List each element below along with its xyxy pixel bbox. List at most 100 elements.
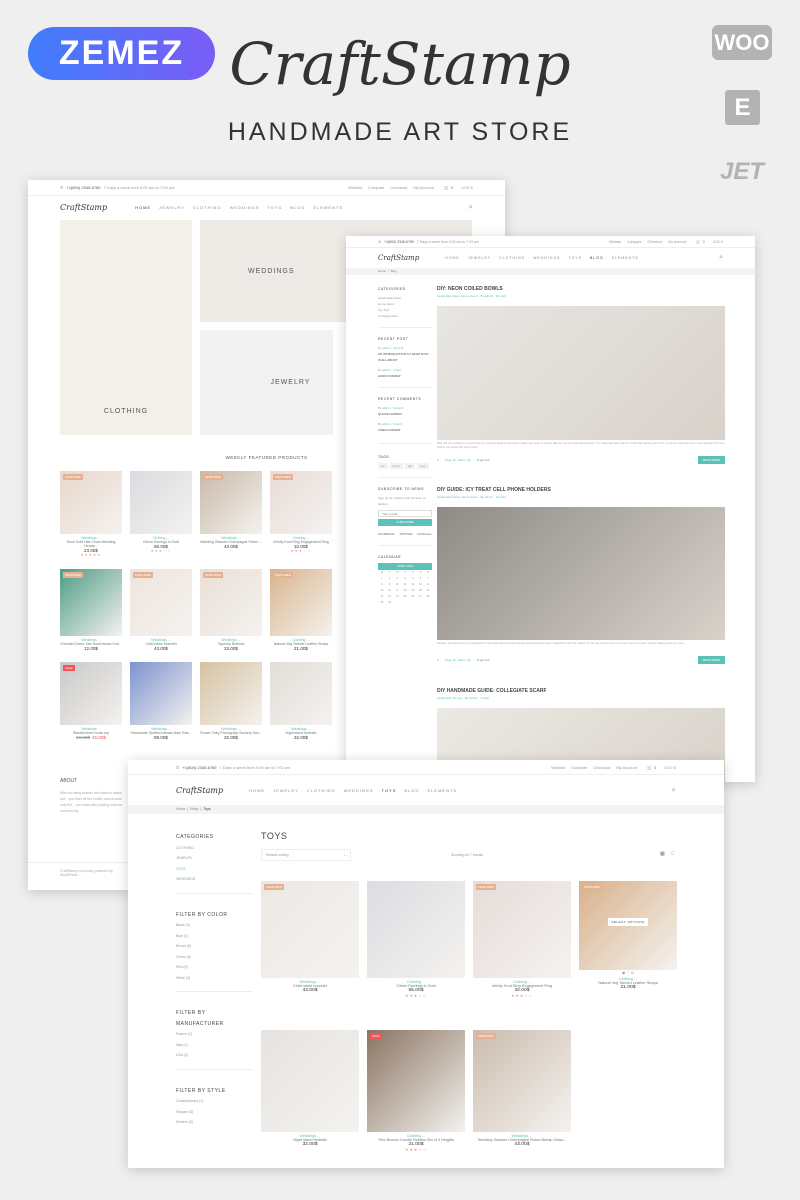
menu-item-jewelry[interactable]: JEWELRY: [159, 205, 185, 210]
menu-item-elements[interactable]: ELEMENTS: [612, 256, 639, 260]
menu-item-home[interactable]: HOME: [135, 205, 151, 210]
menu-item-jewelry[interactable]: JEWELRY: [468, 256, 491, 260]
breadcrumb-item[interactable]: Blog: [391, 269, 397, 273]
post-image[interactable]: [437, 507, 725, 640]
cart-icon[interactable]: 🛒: [444, 185, 449, 190]
store-logo[interactable]: CraftStamp: [176, 786, 223, 795]
top-link-compare[interactable]: Compare: [368, 185, 384, 190]
menu-item-home[interactable]: HOME: [249, 788, 265, 793]
post-title[interactable]: DIY: NEON COILED BOWLS: [437, 286, 503, 292]
calendar-day[interactable]: 27: [417, 594, 425, 600]
menu-item-clothing[interactable]: CLOTHING: [193, 205, 222, 210]
product-image[interactable]: FEATURED: [200, 569, 262, 636]
quick-actions-icons[interactable]: ◉ ♡ ⚖: [579, 970, 677, 975]
breadcrumb-item[interactable]: Home: [176, 807, 185, 811]
menu-item-home[interactable]: HOME: [445, 256, 460, 260]
product-card[interactable]: FEATURED Weddings ... Wedding Glasses Cham…: [473, 1030, 571, 1147]
menu-item-blog[interactable]: BLOG: [590, 256, 604, 260]
category-link[interactable]: TOYS: [176, 864, 253, 875]
product-image[interactable]: SALE: [60, 662, 122, 725]
banner-clothing[interactable]: CLOTHING: [60, 220, 192, 435]
filter-option[interactable]: USA (1): [176, 1050, 253, 1061]
social-googleplus[interactable]: GOOGLE+: [417, 531, 432, 537]
tag-button[interactable]: gift: [405, 463, 416, 469]
post-image[interactable]: [437, 306, 725, 440]
breadcrumb-item[interactable]: Toys: [203, 807, 210, 811]
breadcrumb-item[interactable]: Shop: [190, 807, 198, 811]
top-link-checkout[interactable]: Checkout: [593, 765, 610, 770]
top-link-compare[interactable]: Compare: [627, 240, 641, 244]
product-card[interactable]: FEATURED Clothing ... Natural Veg Tanned L…: [270, 569, 332, 651]
product-image[interactable]: [261, 1030, 359, 1132]
cart-icon[interactable]: 🛒: [647, 765, 652, 770]
subscribe-button[interactable]: SUBSCRIBE: [378, 519, 432, 526]
cart-icon[interactable]: 🛒: [696, 240, 700, 244]
top-link-my-account[interactable]: My Account: [413, 185, 434, 190]
store-logo[interactable]: CraftStamp: [60, 203, 107, 212]
calendar-day[interactable]: 28: [424, 594, 432, 600]
email-input[interactable]: [378, 510, 432, 517]
product-card[interactable]: Clothing ... Citrine Earrings in Gold 65.0…: [367, 881, 465, 998]
social-twitter[interactable]: TWITTER: [399, 531, 412, 537]
calendar-day[interactable]: 24: [393, 594, 401, 600]
filter-option[interactable]: France (2): [176, 1029, 253, 1040]
banner-jewelry[interactable]: JEWELRY: [200, 330, 333, 435]
top-link-checkout[interactable]: Checkout: [647, 240, 662, 244]
share-icons[interactable]: f t g+ in p: [477, 658, 489, 662]
filter-option[interactable]: Italy (4): [176, 1040, 253, 1051]
product-card[interactable]: SALE Clothing ... Tree Branch Candle Holde…: [367, 1030, 465, 1152]
product-image[interactable]: FEATURED: [473, 1030, 571, 1132]
product-image[interactable]: [200, 662, 262, 725]
filter-option[interactable]: Brown (5): [176, 941, 253, 952]
post-title[interactable]: DIY GUIDE: ICY TREAT CELL PHONE HOLDERS: [437, 487, 551, 493]
product-card[interactable]: Weddings ... Handmade Stuffed Animals Ham…: [130, 662, 192, 740]
product-card[interactable]: Clothing ... Citrine Earrings in Gold 65.0…: [130, 471, 192, 553]
filter-option[interactable]: Green (5): [176, 952, 253, 963]
post-title[interactable]: DIY HANDMADE GUIDE: COLLEGIATE SCARF: [437, 688, 547, 694]
top-link-wishlist[interactable]: Wishlist: [551, 765, 565, 770]
product-card[interactable]: FEATURED SELECT OPTIONS ◉ ♡ ⚖ Clothing ... N…: [579, 881, 677, 990]
currency-select[interactable]: USD $: [461, 185, 473, 190]
filter-option[interactable]: Contemporary (1): [176, 1096, 253, 1107]
product-card[interactable]: FEATURED Weddings ... Wedding Glasses Cham…: [200, 471, 262, 549]
tag-button[interactable]: decor: [389, 463, 404, 469]
calendar-day[interactable]: 25: [401, 594, 409, 600]
currency-select[interactable]: USD $: [713, 240, 723, 244]
filter-option[interactable]: Black (3): [176, 920, 253, 931]
product-image[interactable]: FEATURED: [270, 569, 332, 636]
product-name[interactable]: Rose Gold Hair Chain Wedding Headp...: [60, 540, 122, 548]
product-image[interactable]: [367, 881, 465, 978]
breadcrumb-item[interactable]: Home: [378, 269, 386, 273]
product-image[interactable]: [130, 662, 192, 725]
product-image[interactable]: [130, 471, 192, 534]
filter-option[interactable]: Elegant (3): [176, 1107, 253, 1118]
product-image[interactable]: FEATURED SELECT OPTIONS: [579, 881, 677, 970]
category-link[interactable]: JEWELRY: [176, 853, 253, 864]
list-view-icon[interactable]: ☰: [670, 851, 674, 857]
top-link-my-account[interactable]: My Account: [616, 765, 637, 770]
social-facebook[interactable]: FACEBOOK: [378, 531, 395, 537]
share-icons[interactable]: f t g+ in p: [477, 458, 489, 462]
menu-item-blog[interactable]: BLOG: [404, 788, 419, 793]
post-tags[interactable]: Tags: art, decor, gift: [445, 658, 471, 662]
menu-item-toys[interactable]: TOYS: [569, 256, 582, 260]
top-link-checkout[interactable]: Checkout: [390, 185, 407, 190]
search-icon[interactable]: ⌕: [672, 785, 676, 795]
product-card[interactable]: Weddings ... Night stand bedside 32.00$: [261, 1030, 359, 1147]
recent-post-link[interactable]: AUDIO FORMAT: [378, 373, 432, 379]
calendar-day[interactable]: 26: [409, 594, 417, 600]
currency-select[interactable]: USD $: [664, 765, 676, 770]
product-card[interactable]: FEATURED Weddings ... Tapestry Bobbins 23.0…: [200, 569, 262, 651]
comment-count[interactable]: 0: [437, 458, 439, 462]
top-link-wishlist[interactable]: Wishlist: [348, 185, 362, 190]
product-image[interactable]: FEATURED: [261, 881, 359, 978]
read-more-button[interactable]: READ MORE: [698, 656, 725, 664]
menu-item-toys[interactable]: TOYS: [382, 788, 397, 793]
product-image[interactable]: FEATURED: [60, 471, 122, 534]
category-link[interactable]: CLOTHING: [176, 843, 253, 854]
product-card[interactable]: FEATURED Clothing ... Infinity Knot Ring E…: [473, 881, 571, 998]
top-link-my-account[interactable]: My Account: [668, 240, 686, 244]
calendar-day[interactable]: 29: [378, 600, 386, 606]
product-card[interactable]: FEATURED Weddings ... Child name bracelet 4…: [130, 569, 192, 651]
menu-item-clothing[interactable]: CLOTHING: [499, 256, 525, 260]
